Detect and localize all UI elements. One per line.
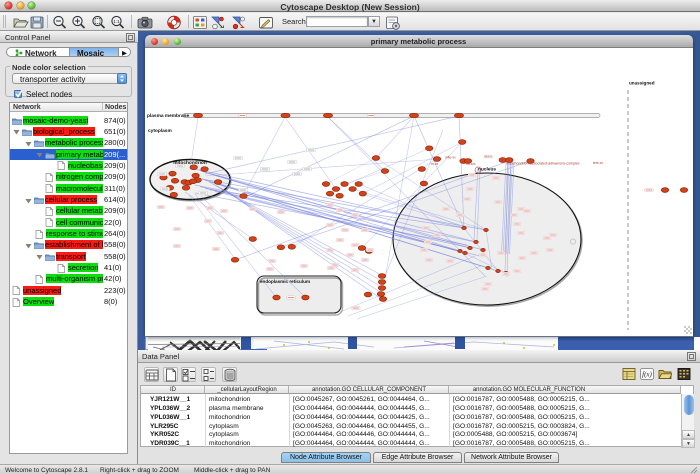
svg-text:f(x): f(x) xyxy=(642,371,652,379)
svg-text:endoplasmic reticulum: endoplasmic reticulum xyxy=(260,279,310,284)
svg-text:mitochondrion-associated-adhae: mitochondrion-associated-adhaerens-compl… xyxy=(506,161,580,165)
svg-text:m-xx: m-xx xyxy=(431,162,438,166)
svg-text:plasma membrane: plasma membrane xyxy=(147,113,189,119)
svg-text:1:1: 1:1 xyxy=(113,18,120,23)
svg-text:assoc: assoc xyxy=(484,154,493,158)
svg-text:cytoplasm: cytoplasm xyxy=(148,128,172,134)
svg-text:text-xx: text-xx xyxy=(593,161,603,165)
svg-text:unassigned: unassigned xyxy=(629,81,655,86)
svg-text:mito-xx: mito-xx xyxy=(445,156,456,160)
svg-text:int-xxx: int-xxx xyxy=(466,162,476,166)
